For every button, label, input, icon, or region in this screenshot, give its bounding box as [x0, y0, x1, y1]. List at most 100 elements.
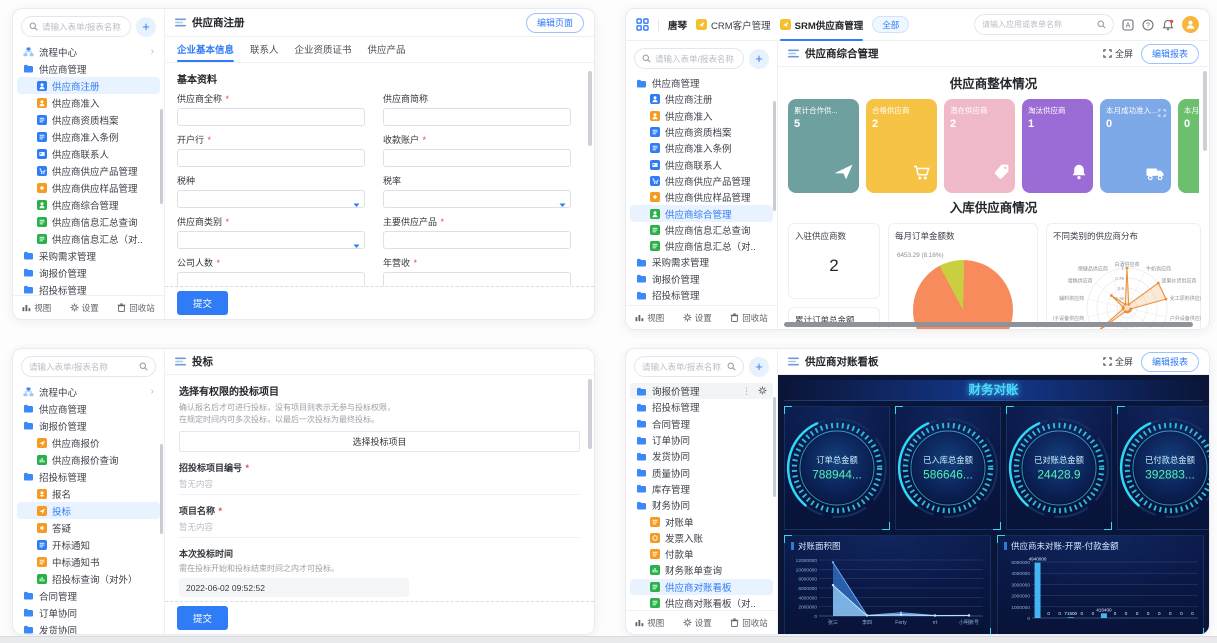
hamburger-icon[interactable]: [175, 357, 186, 366]
sidebar-item[interactable]: 财务账单查询: [630, 562, 773, 578]
sidebar-item[interactable]: 供应商准入条例: [17, 128, 160, 145]
sidebar-item[interactable]: 流程中心›: [17, 43, 160, 60]
overview-stat-card[interactable]: 淘汰供应商1: [1022, 99, 1093, 193]
edit-page-button[interactable]: 编辑页面: [526, 13, 584, 33]
kebab-menu-icon[interactable]: ⋮: [742, 386, 751, 397]
sidebar-item[interactable]: 供应商联系人: [630, 156, 773, 172]
sidebar-item[interactable]: 质量协同: [630, 464, 773, 480]
sidebar-item[interactable]: 供应商对账看板（对..: [630, 595, 773, 610]
sidebar-item[interactable]: 合同管理: [17, 587, 160, 604]
hamburger-icon[interactable]: [175, 18, 186, 27]
overview-stat-card[interactable]: 累计合作供...5: [788, 99, 859, 193]
sidebar-item[interactable]: 采购需求管理: [630, 254, 773, 270]
sidebar-item[interactable]: 订单协同: [630, 432, 773, 448]
sidebar-scrollbar[interactable]: [160, 109, 163, 204]
sidebar-item[interactable]: 供应商综合管理: [17, 196, 160, 213]
sidebar-item[interactable]: 招投标查询（对外）: [17, 570, 160, 587]
sidebar-item[interactable]: 招投标管理: [17, 281, 160, 295]
edit-report-button[interactable]: 编辑报表: [1141, 44, 1199, 64]
app-search-input[interactable]: [982, 20, 1093, 29]
sidebar-item[interactable]: 招投标管理: [630, 399, 773, 415]
settings-button[interactable]: 设置: [683, 617, 712, 629]
sidebar-item[interactable]: 付款单: [630, 546, 773, 562]
sidebar-scrollbar[interactable]: [773, 397, 776, 497]
tab-company-basic-info[interactable]: 企业基本信息: [177, 42, 234, 62]
views-button[interactable]: 视图: [635, 312, 664, 324]
hamburger-icon[interactable]: [788, 357, 799, 366]
trash-button[interactable]: 回收站: [730, 617, 768, 629]
trash-button[interactable]: 回收站: [730, 312, 768, 324]
app-grid-icon[interactable]: [636, 18, 649, 31]
sidebar-item[interactable]: 供应商管理: [17, 60, 160, 77]
submit-button[interactable]: 提交: [177, 291, 228, 315]
fullscreen-button[interactable]: 全屏: [1103, 355, 1133, 368]
form-search-input[interactable]: [642, 362, 723, 372]
sidebar-item[interactable]: 报名: [17, 485, 160, 502]
views-button[interactable]: 视图: [22, 302, 51, 314]
text-input[interactable]: [383, 108, 571, 126]
sidebar-item[interactable]: 供应商准入: [630, 108, 773, 124]
sidebar-item[interactable]: 订单协同: [17, 604, 160, 621]
sidebar-item[interactable]: 供应商供应样品管理: [17, 179, 160, 196]
text-input[interactable]: [177, 108, 365, 126]
sidebar-item[interactable]: 供应商信息汇总查询: [630, 222, 773, 238]
form-search-box[interactable]: [21, 356, 156, 377]
sidebar-item[interactable]: 询报价管理: [17, 417, 160, 434]
form-search-box[interactable]: [21, 16, 131, 37]
views-button[interactable]: 视图: [635, 617, 664, 629]
apps-icon[interactable]: A: [1122, 19, 1134, 31]
sidebar-item[interactable]: 投标: [17, 502, 160, 519]
edit-report-button[interactable]: 编辑报表: [1141, 352, 1199, 372]
main-scrollbar[interactable]: [588, 71, 592, 146]
horizontal-scrollbar[interactable]: [784, 322, 1193, 327]
form-search-box[interactable]: [634, 48, 744, 69]
sidebar-item[interactable]: 供应商供应样品管理: [630, 189, 773, 205]
sidebar-item[interactable]: 采购需求管理: [17, 247, 160, 264]
submit-button[interactable]: 提交: [177, 606, 228, 630]
gear-icon[interactable]: [758, 386, 767, 397]
sidebar-item[interactable]: 供应商报价查询: [17, 451, 160, 468]
form-search-input[interactable]: [42, 22, 123, 32]
sidebar-item[interactable]: 发票入账: [630, 530, 773, 546]
text-input[interactable]: [383, 231, 571, 249]
sidebar-item[interactable]: 招投标管理: [17, 468, 160, 485]
sidebar-item[interactable]: 供应商注册: [630, 91, 773, 107]
overview-stat-card[interactable]: 合格供应商2: [866, 99, 937, 193]
sidebar-item[interactable]: 中标通知书: [17, 553, 160, 570]
settings-button[interactable]: 设置: [70, 302, 99, 314]
select-input[interactable]: [177, 190, 365, 208]
sidebar-item[interactable]: 流程中心›: [17, 383, 160, 400]
tab-qualification-certs[interactable]: 企业资质证书: [295, 42, 352, 62]
sidebar-item[interactable]: 发货协同: [630, 448, 773, 464]
add-form-button[interactable]: +: [749, 357, 769, 377]
tab-crm-app[interactable]: CRM客户管理: [696, 9, 771, 41]
notification-bell-icon[interactable]: [1162, 19, 1174, 31]
form-search-input[interactable]: [655, 54, 736, 64]
sidebar-item[interactable]: 供应商对账看板: [630, 579, 773, 595]
app-search-box[interactable]: [974, 14, 1114, 35]
main-scrollbar[interactable]: [1203, 71, 1207, 151]
choose-bid-project-button[interactable]: 选择投标项目: [179, 431, 580, 452]
sidebar-item[interactable]: 供应商供应产品管理: [630, 173, 773, 189]
sidebar-item[interactable]: 供应商信息汇总（对..: [630, 238, 773, 254]
hamburger-icon[interactable]: [788, 49, 799, 58]
sidebar-item[interactable]: 供应商报价: [17, 434, 160, 451]
sidebar-scrollbar[interactable]: [773, 101, 776, 211]
all-apps-pill[interactable]: 全部: [872, 16, 909, 33]
sidebar-item[interactable]: 供应商信息汇总（对..: [17, 230, 160, 247]
add-form-button[interactable]: +: [749, 49, 769, 69]
sidebar-item[interactable]: 供应商准入: [17, 94, 160, 111]
main-scrollbar[interactable]: [588, 379, 592, 449]
user-avatar[interactable]: [1182, 16, 1199, 33]
text-input[interactable]: [177, 272, 365, 286]
trash-button[interactable]: 回收站: [117, 302, 155, 314]
sidebar-item[interactable]: 供应商准入条例: [630, 140, 773, 156]
overview-stat-card[interactable]: 本月自评准...0: [1178, 99, 1199, 193]
form-search-input[interactable]: [29, 362, 135, 372]
workspace-name[interactable]: 唐琴: [668, 18, 687, 32]
text-input[interactable]: [383, 272, 571, 286]
fullscreen-button[interactable]: 全屏: [1103, 47, 1133, 60]
sidebar-item[interactable]: 供应商信息汇总查询: [17, 213, 160, 230]
expand-icon[interactable]: [1158, 104, 1166, 122]
sidebar-item[interactable]: 询报价管理⋮: [630, 383, 773, 399]
